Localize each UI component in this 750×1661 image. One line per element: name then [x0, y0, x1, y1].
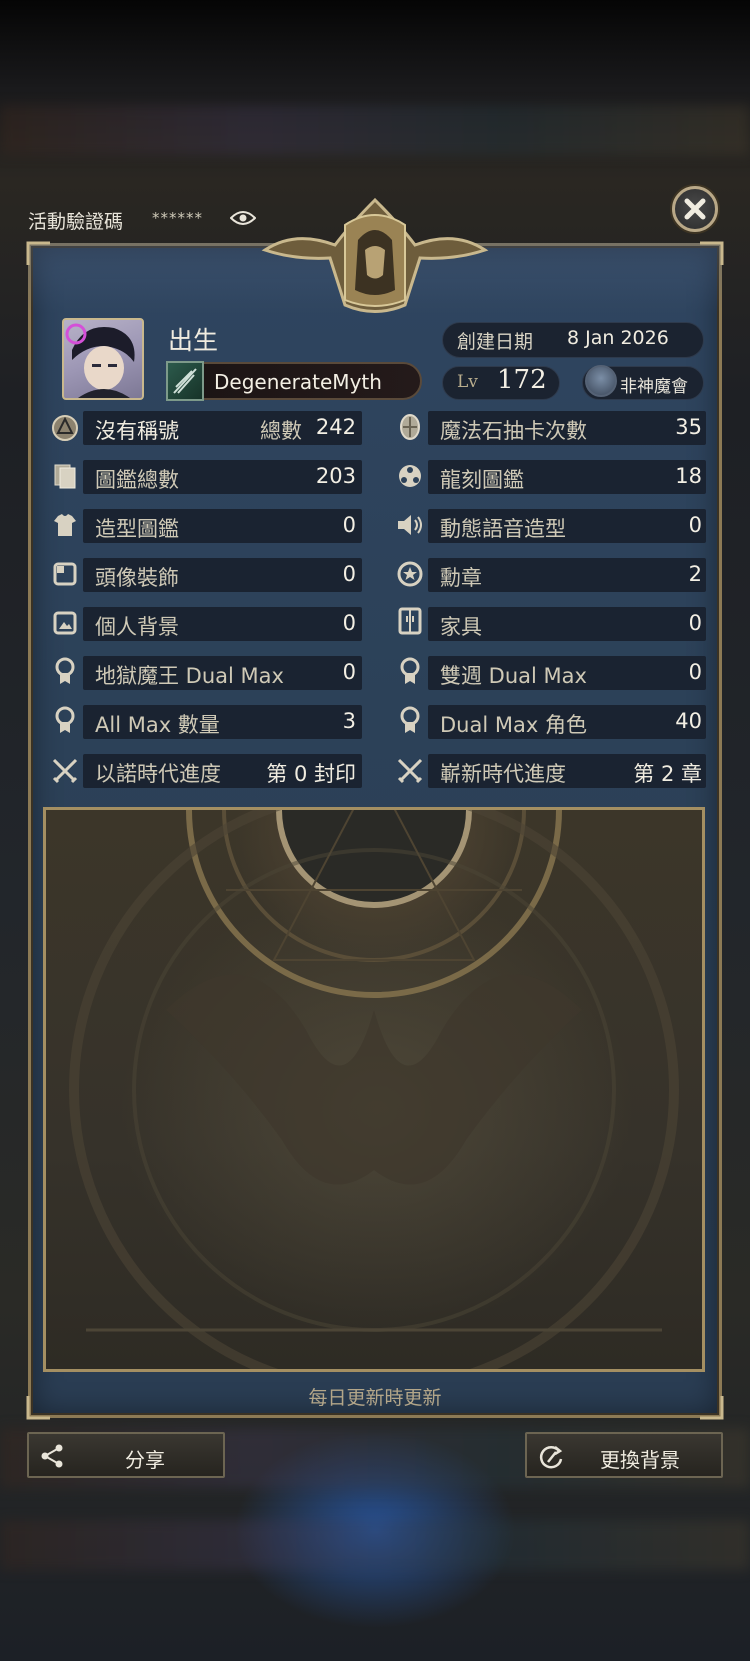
ribbon-icon: [55, 706, 75, 733]
refresh-brush-icon: [539, 1446, 563, 1469]
dragon-icon: [399, 465, 421, 487]
stat-value: 0: [342, 660, 356, 684]
stat-label: 龍刻圖鑑: [440, 468, 524, 492]
change-background-button[interactable]: 更換背景: [525, 1432, 723, 1478]
share-button-label: 分享: [125, 1448, 165, 1472]
stat-label: 個人背景: [95, 615, 179, 639]
stat-label: 嶄新時代進度: [440, 762, 566, 786]
magic-circle-icon: [69, 810, 679, 1369]
stat-value: 3: [342, 709, 356, 733]
share-button[interactable]: 分享: [27, 1432, 225, 1478]
stat-label: 地獄魔王 Dual Max: [95, 664, 284, 688]
level-label: Lv: [457, 372, 478, 392]
shirt-icon: [54, 514, 76, 536]
frame-icon: [53, 562, 77, 586]
player-title: 出生: [168, 326, 219, 355]
stat-label: 勳章: [440, 566, 482, 590]
stat-label: All Max 數量: [95, 713, 220, 737]
avatar-portrait-icon: [65, 323, 135, 398]
player-name: DegenerateMyth: [214, 370, 382, 394]
speaker-icon: [398, 515, 422, 535]
stat-value: 0: [688, 660, 702, 684]
hooded-crest-icon: [261, 197, 489, 313]
ribbon-icon: [55, 657, 75, 684]
background-blur: [0, 1520, 750, 1570]
close-icon: [684, 198, 706, 220]
stone-icon: [400, 414, 420, 440]
stat-label: 頭像裝飾: [95, 566, 179, 590]
picture-icon: [53, 611, 77, 635]
stat-label: 魔法石抽卡次數: [440, 419, 587, 443]
event-code-label: 活動驗證碼: [28, 211, 124, 233]
feather-icon: [166, 361, 204, 401]
stat-label: 造型圖鑑: [95, 517, 179, 541]
ribbon-icon: [400, 657, 420, 684]
stat-value: 第 0 封印: [266, 762, 356, 786]
cabinet-icon: [398, 607, 422, 635]
crossed-swords-icon: [52, 758, 78, 784]
stat-value: 40: [675, 709, 702, 733]
share-icon: [41, 1444, 63, 1468]
stat-value: 0: [342, 562, 356, 586]
profile-background-image: [43, 807, 705, 1372]
stat-value: 0: [688, 611, 702, 635]
stat-value: 0: [688, 513, 702, 537]
stat-value: 203: [315, 464, 356, 488]
stat-label: 動態語音造型: [440, 517, 566, 541]
corner-ornament: [26, 241, 50, 265]
event-code-masked: ******: [152, 209, 203, 227]
avatar[interactable]: [62, 318, 144, 400]
stat-value: 35: [675, 415, 702, 439]
crossed-swords-icon: [397, 758, 423, 784]
stat-value: 0: [342, 611, 356, 635]
title-medal-icon: [52, 415, 78, 441]
stat-value: 第 2 章: [633, 762, 702, 786]
stat-label: 沒有稱號: [95, 419, 179, 443]
cards-icon: [54, 464, 76, 489]
change-background-label: 更換背景: [600, 1448, 680, 1472]
corner-ornament: [700, 241, 724, 265]
close-button[interactable]: [672, 186, 718, 232]
stat-label: 雙週 Dual Max: [440, 664, 587, 688]
stat-label: 以諾時代進度: [95, 762, 221, 786]
ribbon-icon: [400, 706, 420, 733]
guild-name: 非神魔會: [620, 377, 688, 397]
created-date-label: 創建日期: [457, 331, 534, 353]
stat-label: 家具: [440, 615, 482, 639]
stat-value: 242: [315, 415, 356, 439]
created-date-value: 8 Jan 2026: [567, 327, 669, 349]
stat-sublabel: 總數: [260, 419, 302, 443]
update-note: 每日更新時更新: [308, 1387, 442, 1409]
star-badge-icon: [397, 561, 423, 587]
stat-value: 0: [342, 513, 356, 537]
stat-value: 18: [675, 464, 702, 488]
level-value: 172: [497, 365, 547, 395]
stat-value: 2: [688, 562, 702, 586]
stat-label: 圖鑑總數: [95, 468, 179, 492]
stat-label: Dual Max 角色: [440, 713, 587, 737]
eye-icon[interactable]: [230, 209, 256, 227]
guild-emblem-icon: [585, 365, 617, 397]
background-blur: [0, 105, 750, 155]
